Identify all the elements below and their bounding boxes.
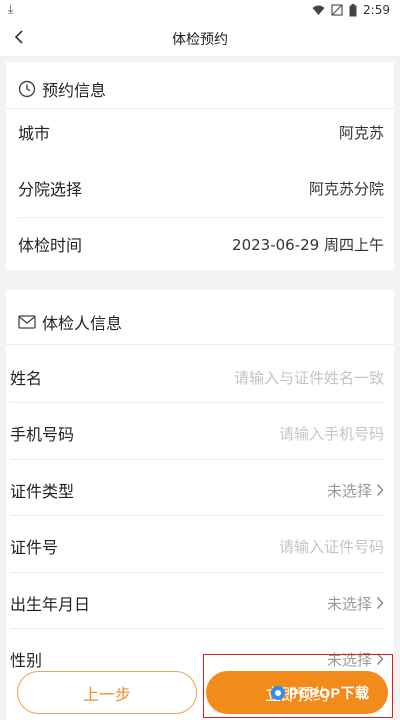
watermark: PCPOP下载 — [270, 683, 370, 703]
download-icon: ⤓ — [8, 2, 14, 16]
select-value: 未选择 — [326, 481, 372, 500]
status-bar: ⤓ 2:59 — [0, 0, 400, 20]
watermark-logo-icon — [271, 686, 285, 700]
divider — [10, 628, 384, 629]
page-title: 体检预约 — [172, 32, 228, 48]
booking-info-card: 预约信息 城市 阿克苏 分院选择 阿克苏分院 体检时间 2023-06-29 周… — [6, 62, 394, 270]
divider — [10, 459, 384, 460]
row-birthdate[interactable]: 出生年月日 未选择 — [10, 583, 384, 623]
name-input[interactable]: 请输入与证件姓名一致 — [234, 367, 384, 388]
watermark-text: PCPOP下载 — [289, 685, 370, 701]
row-name[interactable]: 姓名 请输入与证件姓名一致 — [10, 357, 384, 397]
chevron-right-icon — [376, 597, 384, 609]
nav-bar: 体检预约 — [0, 20, 400, 56]
row-id-type[interactable]: 证件类型 未选择 — [10, 470, 384, 510]
row-label: 证件号 — [10, 538, 59, 557]
divider — [10, 572, 384, 573]
chevron-right-icon — [376, 484, 384, 496]
row-label: 手机号码 — [10, 425, 75, 444]
person-info-header: 体检人信息 — [18, 310, 122, 334]
divider — [6, 344, 394, 345]
status-time: 2:59 — [363, 3, 390, 17]
row-value: 阿克苏分院 — [308, 179, 384, 198]
row-label: 性别 — [10, 651, 43, 670]
divider — [10, 402, 384, 403]
row-value: 2023-06-29 周四上午 — [232, 235, 384, 254]
row-exam-time[interactable]: 体检时间 2023-06-29 周四上午 — [18, 224, 384, 264]
row-label: 证件类型 — [10, 482, 75, 501]
row-label: 城市 — [18, 124, 51, 143]
booking-info-header: 预约信息 — [18, 77, 106, 101]
signal-off-icon — [331, 4, 343, 16]
row-branch[interactable]: 分院选择 阿克苏分院 — [18, 168, 384, 208]
status-icons: 2:59 — [312, 3, 390, 17]
wifi-icon — [312, 5, 325, 15]
mail-icon — [18, 315, 36, 329]
id-number-input[interactable]: 请输入证件号码 — [279, 536, 384, 557]
row-label: 出生年月日 — [10, 595, 91, 614]
battery-icon — [349, 3, 357, 16]
birthdate-select[interactable]: 未选择 — [327, 593, 384, 614]
divider — [18, 217, 384, 218]
person-info-title: 体检人信息 — [42, 314, 123, 333]
row-city[interactable]: 城市 阿克苏 — [18, 112, 384, 152]
divider — [6, 108, 394, 109]
row-value: 阿克苏 — [338, 123, 384, 142]
row-label: 姓名 — [10, 369, 43, 388]
row-id-number[interactable]: 证件号 请输入证件号码 — [10, 526, 384, 566]
select-value: 未选择 — [326, 594, 372, 613]
row-label: 分院选择 — [18, 180, 83, 199]
prev-step-button[interactable]: 上一步 — [17, 671, 197, 714]
row-phone[interactable]: 手机号码 请输入手机号码 — [10, 413, 384, 453]
phone-input[interactable]: 请输入手机号码 — [279, 423, 384, 444]
id-type-select[interactable]: 未选择 — [327, 480, 384, 501]
booking-info-title: 预约信息 — [42, 81, 107, 100]
divider — [10, 515, 384, 516]
clock-icon — [18, 80, 36, 98]
row-label: 体检时间 — [18, 236, 83, 255]
